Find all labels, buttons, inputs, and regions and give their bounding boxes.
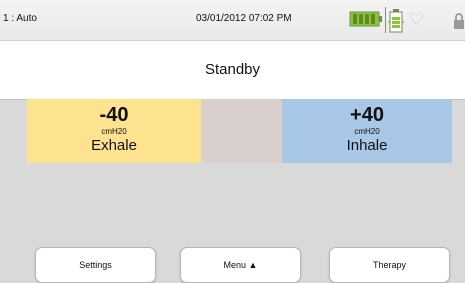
battery-icon: [349, 11, 382, 27]
status-divider: [385, 7, 386, 33]
status-bar: 1 : Auto 03/01/2012 07:02 PM ♡: [0, 0, 465, 41]
inhale-value: +40: [350, 104, 384, 126]
inhale-label: Inhale: [346, 137, 388, 154]
pressure-panel: -40 cmH20 Exhale +40 cmH20 Inhale: [0, 99, 465, 163]
exhale-pressure: -40 cmH20 Exhale: [27, 99, 201, 163]
battery-vertical-icon: [388, 9, 404, 33]
page-title-text: Standby: [204, 61, 261, 78]
heart-icon: ♡: [409, 10, 425, 29]
pressure-center-panel: [201, 99, 282, 163]
inhale-unit: cmH20: [354, 127, 380, 136]
date-time: 03/01/2012 07:02 PM: [196, 13, 292, 24]
exhale-unit: cmH20: [101, 127, 127, 136]
therapy-button[interactable]: Therapy: [329, 247, 450, 283]
settings-button[interactable]: Settings: [35, 247, 156, 283]
inhale-pressure: +40 cmH20 Inhale: [282, 99, 452, 163]
page-title: Standby: [0, 41, 465, 100]
menu-button[interactable]: Menu ▲: [180, 247, 301, 283]
exhale-value: -40: [99, 104, 129, 126]
exhale-label: Exhale: [91, 137, 137, 154]
mode-indicator: 1 : Auto: [3, 13, 37, 24]
lock-icon[interactable]: [453, 11, 465, 31]
